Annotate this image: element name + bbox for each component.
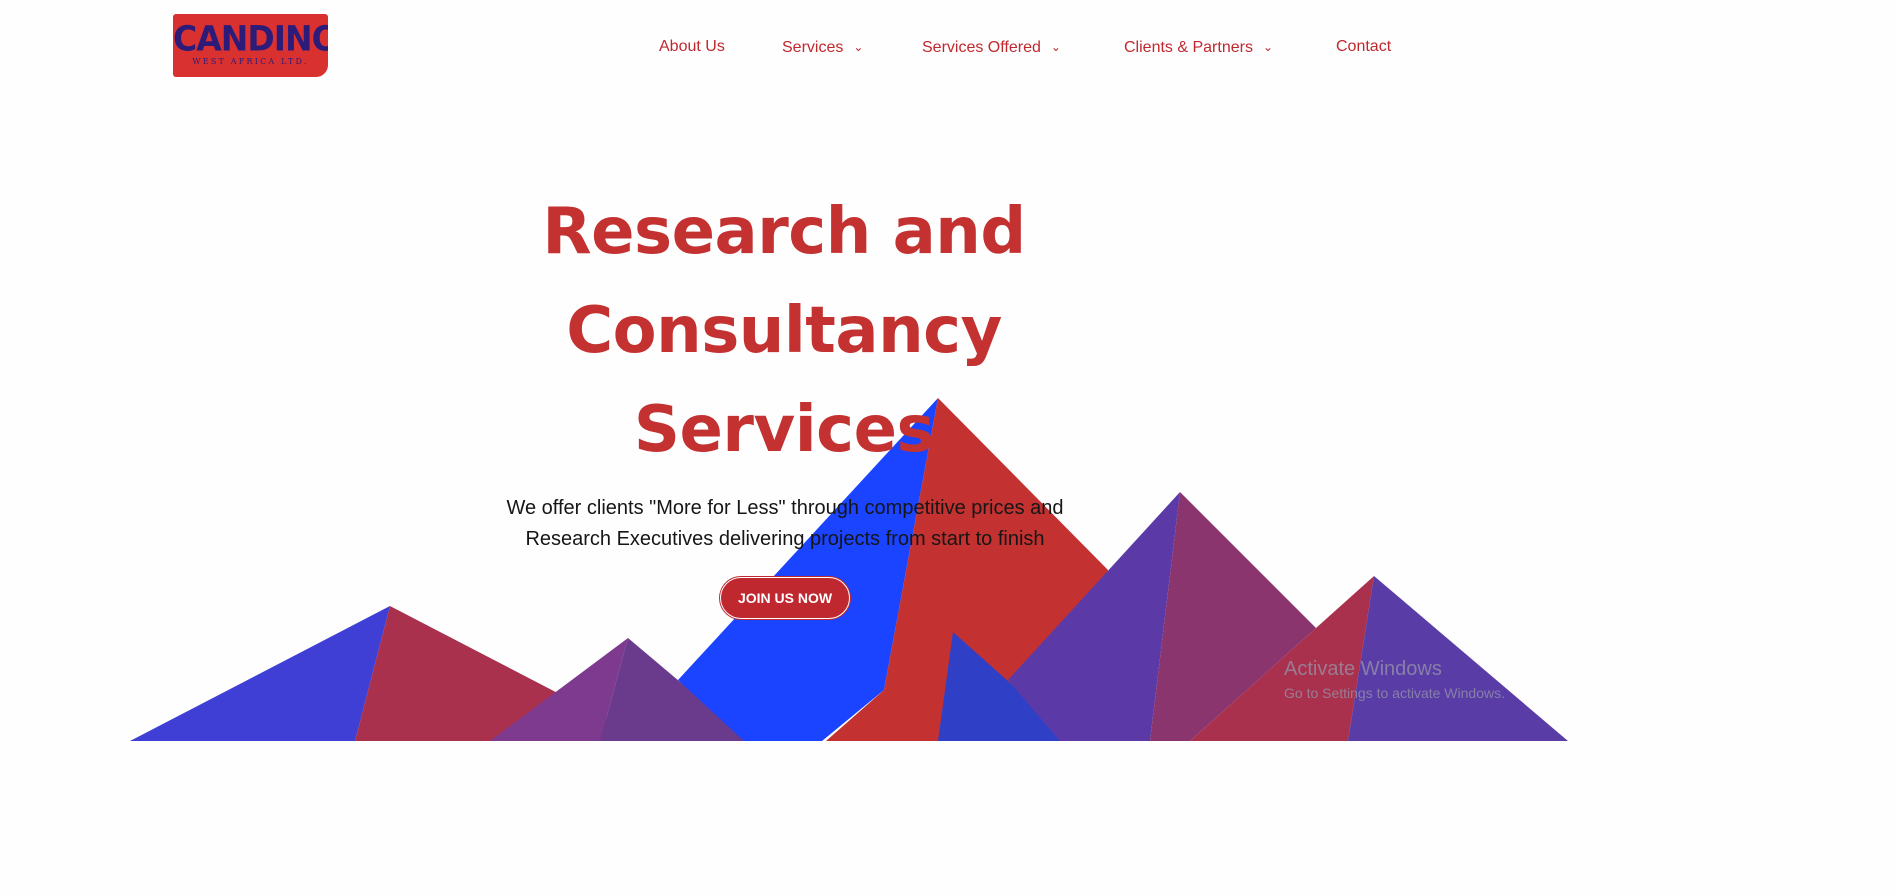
nav-label: Contact [1336, 38, 1392, 55]
hero-title-line: Research and [542, 195, 1026, 269]
brand-logo[interactable]: CANDINO WEST AFRICA LTD. [173, 14, 328, 77]
nav-label: Services Offered [922, 39, 1041, 56]
chevron-down-icon: ⌄ [853, 40, 864, 54]
site-header: CANDINO WEST AFRICA LTD. About Us Servic… [0, 0, 1568, 92]
nav-label: Clients & Partners [1124, 39, 1253, 56]
windows-activation-watermark: Activate Windows Go to Settings to activ… [1284, 657, 1505, 703]
hero-title: Research and Consultancy Services [484, 183, 1084, 480]
hero-subtitle-line: We offer clients "More for Less" through… [506, 497, 1064, 519]
hero-subtitle-line: Research Executives delivering projects … [525, 528, 1045, 550]
hero-title-line: Consultancy [566, 294, 1002, 368]
brand-logo-wordmark: CANDINO [173, 18, 328, 59]
nav-contact[interactable]: Contact [1336, 36, 1391, 58]
watermark-subtitle: Go to Settings to activate Windows. [1284, 685, 1505, 701]
hero-title-line: Services [633, 393, 935, 467]
chevron-down-icon: ⌄ [1262, 40, 1273, 54]
chevron-down-icon: ⌄ [1050, 40, 1061, 54]
nav-services[interactable]: Services ⌄ [782, 36, 863, 58]
nav-clients-partners[interactable]: Clients & Partners ⌄ [1124, 36, 1273, 58]
nav-services-offered[interactable]: Services Offered ⌄ [922, 36, 1061, 58]
nav-label: About Us [659, 38, 725, 55]
nav-about-us[interactable]: About Us [659, 36, 725, 58]
join-us-button[interactable]: JOIN US NOW [720, 577, 850, 619]
nav-label: Services [782, 39, 844, 56]
watermark-title: Activate Windows [1284, 658, 1442, 680]
mountain-left-face-blue [130, 606, 390, 741]
hero-subtitle: We offer clients "More for Less" through… [460, 493, 1110, 555]
